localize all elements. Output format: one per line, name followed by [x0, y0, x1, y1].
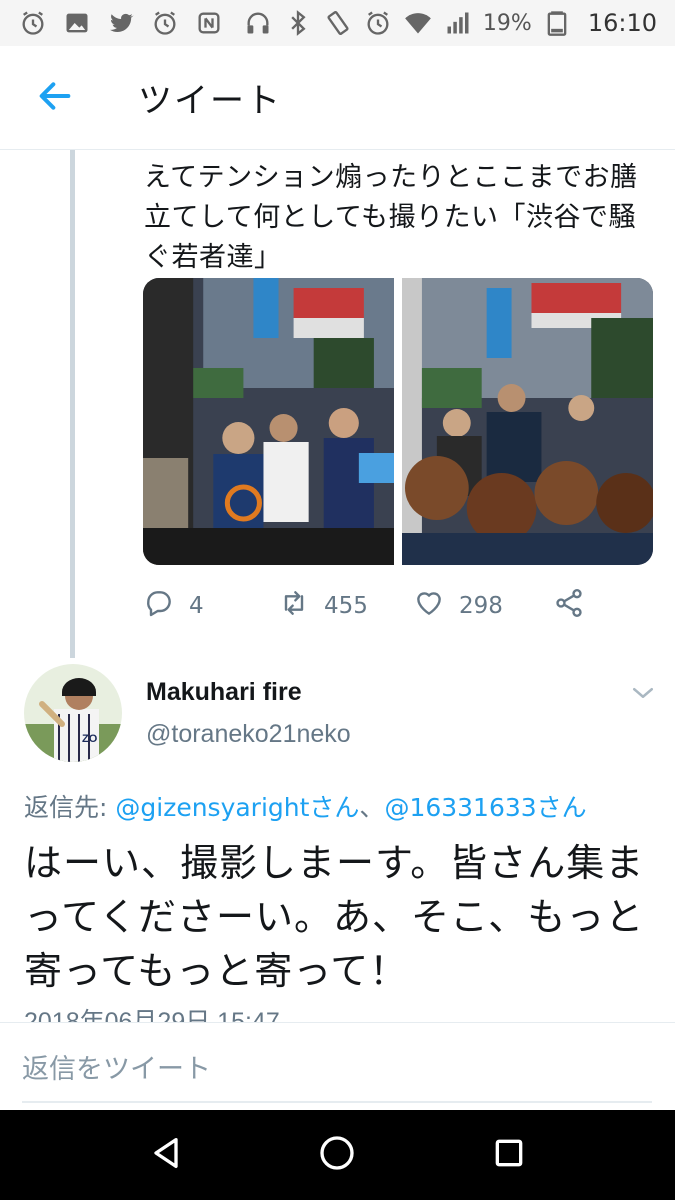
clock: 16:10	[587, 9, 657, 37]
svg-text:ZO: ZO	[82, 733, 98, 745]
reply-to-line: 返信先: @gizensyarightさん、@16331633さん	[24, 788, 587, 824]
retweet-icon	[278, 587, 310, 625]
crowd-photo-right[interactable]	[402, 278, 653, 565]
user-handle[interactable]: @toraneko21neko	[146, 720, 351, 749]
tweet-body: はーい、撮影しまーす。皆さん集まってくださーい。あ、そこ、もっと寄ってもっと寄っ…	[24, 841, 645, 993]
nfc-icon	[194, 8, 224, 38]
share-button[interactable]	[553, 587, 585, 625]
page-title: ツイート	[138, 81, 282, 121]
alarm-icon	[363, 8, 393, 38]
reply-to-prefix: 返信先:	[24, 793, 116, 822]
recents-square-icon	[489, 1133, 529, 1177]
vibrate-icon	[323, 8, 353, 38]
back-triangle-icon	[146, 1133, 186, 1177]
like-count: 298	[459, 593, 503, 619]
wifi-icon	[403, 8, 433, 38]
reply-input[interactable]: 返信をツイート	[22, 1047, 652, 1103]
bluetooth-icon	[283, 8, 313, 38]
display-name[interactable]: Makuhari fire	[146, 678, 302, 707]
reply-count: 4	[189, 593, 204, 619]
share-icon	[553, 587, 585, 625]
system-navigation-bar	[0, 1110, 675, 1200]
home-circle-icon	[317, 1133, 357, 1177]
previous-tweet-actions: 4 455 298	[143, 586, 653, 626]
reply-composer: 返信をツイート	[0, 1022, 675, 1110]
notification-icons	[18, 8, 224, 38]
chevron-down-icon	[628, 688, 658, 712]
reply-button[interactable]: 4	[143, 587, 278, 625]
previous-tweet-line: ぐ若者達」	[144, 242, 282, 273]
battery-icon	[542, 8, 572, 38]
image-icon	[62, 8, 92, 38]
alarm-icon	[150, 8, 180, 38]
mention-separator: 、	[359, 793, 385, 822]
retweet-button[interactable]: 455	[278, 587, 413, 625]
heart-icon	[413, 587, 445, 625]
previous-tweet-media	[143, 278, 653, 565]
previous-tweet-line: 立てして何としても撮りたい「渋谷で騒	[144, 202, 637, 233]
status-bar: 19% 16:10	[0, 0, 675, 46]
system-icons: 19% 16:10	[243, 8, 657, 38]
alarm-icon	[18, 8, 48, 38]
signal-icon	[443, 8, 473, 38]
thread-connector-line	[70, 150, 75, 658]
like-button[interactable]: 298	[413, 587, 553, 625]
arrow-left-icon	[35, 76, 75, 120]
back-button[interactable]	[0, 46, 110, 150]
previous-tweet-line: えてテンション煽ったりとここまでお膳	[144, 162, 638, 193]
tweet-timestamp: 2018年06月29日 15:47	[24, 1008, 280, 1022]
more-options-button[interactable]	[628, 678, 658, 708]
nav-back-button[interactable]	[136, 1125, 196, 1185]
nav-home-button[interactable]	[307, 1125, 367, 1185]
twitter-bird-icon	[106, 8, 136, 38]
app-header: ツイート	[0, 46, 675, 150]
previous-tweet-clipped-line	[144, 150, 664, 158]
mention-link[interactable]: @gizensyarightさん	[115, 793, 359, 822]
reply-icon	[143, 587, 175, 625]
retweet-count: 455	[324, 593, 368, 619]
battery-percentage: 19%	[482, 10, 532, 36]
mention-link[interactable]: @16331633さん	[384, 793, 586, 822]
previous-tweet-text: えてテンション煽ったりとここまでお膳 立てして何としても撮りたい「渋谷で騒 ぐ若…	[144, 150, 664, 278]
tweet-detail-scroll[interactable]: えてテンション煽ったりとここまでお膳 立てして何としても撮りたい「渋谷で騒 ぐ若…	[0, 150, 675, 1022]
crowd-photo-left[interactable]	[143, 278, 394, 565]
headphones-icon	[243, 8, 273, 38]
avatar[interactable]: ZO	[24, 664, 122, 762]
nav-recents-button[interactable]	[479, 1125, 539, 1185]
